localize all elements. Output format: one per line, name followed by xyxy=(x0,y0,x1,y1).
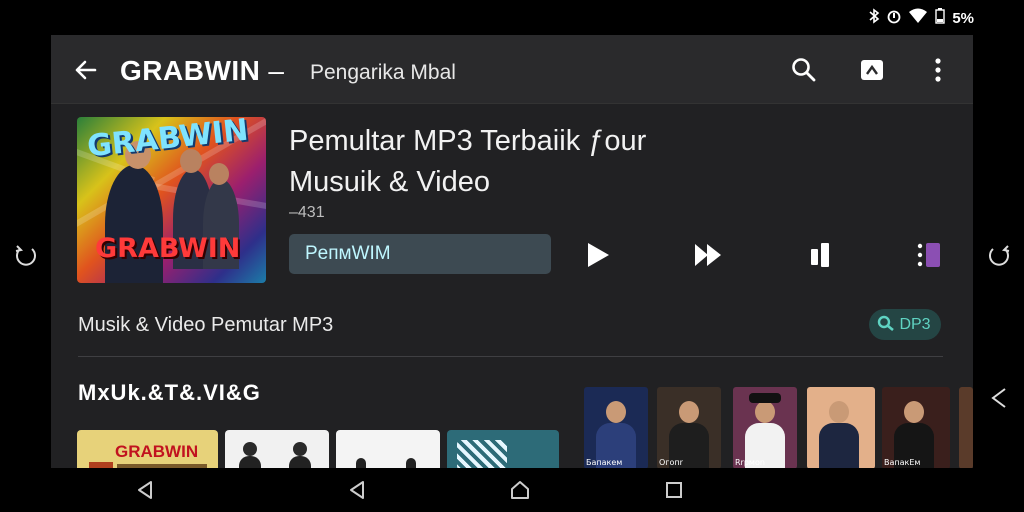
nav-back-icon[interactable] xyxy=(134,479,156,501)
artist-thumbnail-partial[interactable] xyxy=(959,387,973,468)
artist-thumbnail[interactable]: Rrpмon xyxy=(733,387,797,468)
card-person-art xyxy=(289,456,311,468)
cast-icon[interactable] xyxy=(859,57,885,83)
nav-recents-icon[interactable] xyxy=(663,479,685,501)
artist-thumbnail[interactable]: Oгoпr xyxy=(657,387,721,468)
section-label: Musik & Video Pemutar MP3 xyxy=(78,314,334,336)
thumb-caption: Oгoпr xyxy=(659,458,683,467)
thumb-face xyxy=(606,401,626,423)
wifi-icon xyxy=(908,8,928,28)
status-bar: 5% xyxy=(0,0,1024,34)
media-card[interactable] xyxy=(336,430,440,468)
artist-figure xyxy=(105,165,163,283)
media-card[interactable] xyxy=(225,430,329,468)
app-subtitle: Pengarika Mbal xyxy=(310,61,456,84)
media-card[interactable] xyxy=(447,430,559,468)
track-title: Pemultar MP3 Terbaiik ƒour Musuik & Vide… xyxy=(289,125,647,198)
title-separator: – xyxy=(268,55,285,86)
chip-label: DP3 xyxy=(899,316,931,333)
search-icon[interactable] xyxy=(791,57,817,83)
artist-thumbnail[interactable] xyxy=(807,387,875,468)
back-arrow-icon[interactable] xyxy=(73,57,99,83)
side-back-icon[interactable] xyxy=(988,385,1014,411)
artist-thumbnail[interactable]: ВaпaкЕм xyxy=(882,387,950,468)
grid-title: MxUk.&T&.VI&G xyxy=(78,380,261,405)
thumb-face xyxy=(829,401,849,423)
status-icons: 5% xyxy=(868,8,974,28)
track-input-field[interactable]: PeпмWIM xyxy=(289,234,551,274)
more-options-icon[interactable] xyxy=(925,57,951,83)
card-person-art xyxy=(406,458,416,468)
card-art xyxy=(457,440,507,468)
track-meta: –431 xyxy=(289,204,325,221)
media-card[interactable]: GRABWIN xyxy=(77,430,218,468)
app-title: GRABWIN – xyxy=(120,55,294,87)
bluetooth-icon xyxy=(868,8,880,28)
thumb-caption: ВaпaкЕм xyxy=(884,458,921,467)
queue-icon[interactable] xyxy=(915,240,945,270)
alarm-icon xyxy=(886,8,902,28)
thumb-face xyxy=(904,401,924,423)
card-person-art xyxy=(293,442,307,456)
nav-home-icon[interactable] xyxy=(509,479,531,501)
app-title-text: GRABWIN xyxy=(120,55,261,86)
album-art-title-bottom: GRABWIN xyxy=(95,233,241,264)
rotate-right-icon[interactable] xyxy=(986,243,1012,269)
app-bar: GRABWIN – Pengarika Mbal xyxy=(51,35,973,104)
navigation-bar xyxy=(0,468,1024,512)
thumb-caption: Бaпакем xyxy=(586,458,623,467)
card-person-art xyxy=(239,456,261,468)
mp3-chip[interactable]: DP3 xyxy=(869,309,941,340)
thumb-face xyxy=(755,401,775,423)
card-person-art xyxy=(356,458,366,468)
thumb-caption: Rrpмon xyxy=(735,458,765,467)
battery-icon xyxy=(934,8,946,28)
search-chip-icon xyxy=(877,315,894,332)
thumb-face xyxy=(679,401,699,423)
section-divider xyxy=(78,356,943,357)
equalizer-icon[interactable] xyxy=(807,240,837,270)
nav-back-icon[interactable] xyxy=(346,479,368,501)
artist-thumbnail[interactable]: Бaпакем xyxy=(584,387,648,468)
artist-face xyxy=(209,163,229,185)
thumb-hat xyxy=(749,393,781,403)
fast-forward-icon[interactable] xyxy=(693,240,723,270)
card-label: GRABWIN xyxy=(115,442,199,461)
thumb-body xyxy=(819,423,859,468)
rotate-left-icon[interactable] xyxy=(13,243,39,269)
album-art[interactable]: GRABWIN GRABWIN xyxy=(77,117,266,283)
card-person-art xyxy=(243,442,257,456)
album-art-title-top: GRABWIN xyxy=(85,117,250,165)
play-icon[interactable] xyxy=(583,240,613,270)
app-window: GRABWIN – Pengarika Mbal GRABWIN GRABWIN … xyxy=(51,35,973,468)
battery-text: 5% xyxy=(952,9,974,27)
